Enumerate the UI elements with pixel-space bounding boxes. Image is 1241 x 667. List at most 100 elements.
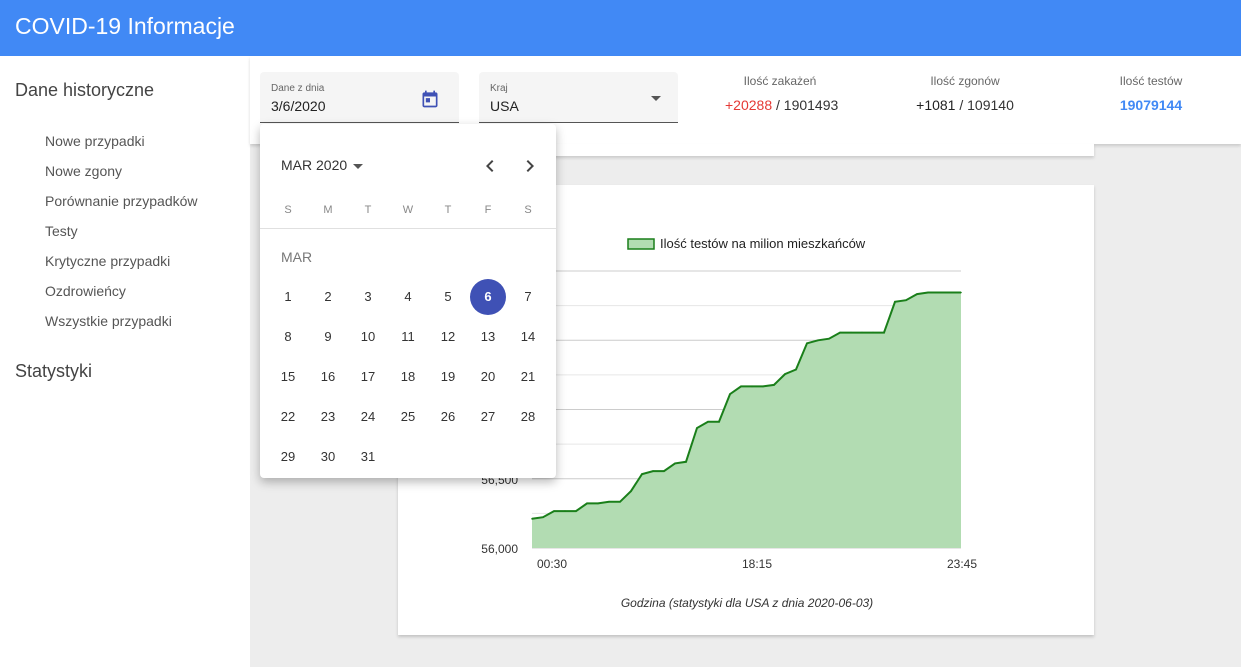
calendar-day[interactable]: 31 [350,439,386,475]
sidebar-item-krytyczne[interactable]: Krytyczne przypadki [45,253,170,269]
calendar-day[interactable]: 28 [510,399,546,435]
data-point [586,502,588,505]
calendar-day[interactable]: 23 [310,399,346,435]
sidebar-heading-stats[interactable]: Statystyki [15,361,92,382]
calendar-day[interactable]: 29 [270,439,306,475]
data-point [960,291,962,294]
app-title: COVID-19 Informacje [15,13,235,39]
data-point [630,490,632,492]
calendar-day[interactable]: 9 [310,319,346,355]
calendar-day[interactable]: 19 [430,359,466,395]
data-point [795,368,797,371]
sidebar-item-porownanie[interactable]: Porównanie przypadków [45,193,198,209]
stat-deaths-total: 109140 [967,97,1014,113]
calendar-day[interactable]: 3 [350,279,386,315]
data-point [938,291,940,294]
data-point [905,299,907,301]
data-point [839,331,841,334]
calendar-day[interactable]: 16 [310,359,346,395]
stat-tests: Ilość testów 19079144 [1106,74,1196,113]
legend-swatch [627,238,655,250]
period-select-button[interactable]: MAR 2020 [281,157,364,173]
country-select[interactable]: Kraj USA [479,72,678,123]
calendar-day[interactable]: 14 [510,319,546,355]
calendar-day[interactable]: 10 [350,319,386,355]
stat-tests-label: Ilość testów [1119,74,1183,88]
sidebar-item-testy[interactable]: Testy [45,223,78,239]
data-point [641,473,643,475]
sidebar-heading-history[interactable]: Dane historyczne [15,80,154,101]
data-point [685,461,687,463]
calendar-day[interactable]: 27 [470,399,506,435]
data-point [663,470,665,472]
sidebar-item-nowe-zgony[interactable]: Nowe zgony [45,163,122,179]
chevron-right-icon[interactable] [518,154,542,178]
data-point [696,427,698,429]
stat-deaths-label: Ilość zgonów [930,74,1000,88]
data-point [553,510,555,512]
x-tick-label: 23:45 [947,557,977,571]
date-field[interactable]: Dane z dnia 3/6/2020 [260,72,459,123]
data-point [531,518,533,520]
data-point [894,301,896,303]
stat-infections-delta: +20288 [725,97,773,113]
data-point [597,502,599,505]
data-point [828,337,830,340]
x-axis-title: Godzina (statystyki dla USA z dnia 2020-… [621,596,873,610]
calendar-day[interactable]: 1 [270,279,306,315]
data-point [674,462,676,465]
calendar-day[interactable]: 15 [270,359,306,395]
stat-tests-value: 19079144 [1106,97,1196,113]
calendar-day[interactable]: 2 [310,279,346,315]
data-point [806,342,808,345]
stat-tests-total: 19079144 [1119,97,1183,113]
weekday-label: F [484,204,492,216]
calendar-day[interactable]: 8 [270,319,306,355]
date-field-value[interactable]: 3/6/2020 [271,98,326,114]
calendar-day[interactable]: 13 [470,319,506,355]
sidebar: Dane historyczne Nowe przypadki Nowe zgo… [0,56,250,667]
calendar-day[interactable]: 25 [390,399,426,435]
calendar-day[interactable]: 12 [430,319,466,355]
data-point [619,501,621,503]
calendar-day[interactable]: 21 [510,359,546,395]
chevron-left-icon[interactable] [478,154,502,178]
data-point [861,331,863,334]
data-point [916,293,918,295]
calendar-day[interactable]: 17 [350,359,386,395]
sidebar-item-nowe-przypadki[interactable]: Nowe przypadki [45,133,145,149]
datepicker-divider [260,228,556,229]
calendar-day[interactable]: 22 [270,399,306,435]
data-point [740,385,742,388]
calendar-day[interactable]: 11 [390,319,426,355]
calendar-day[interactable]: 5 [430,279,466,315]
calendar-icon[interactable] [420,89,440,109]
data-point [883,331,885,334]
data-point [872,331,874,334]
x-tick-label: 00:30 [537,557,567,571]
calendar-day[interactable]: 24 [350,399,386,435]
calendar-day[interactable]: 7 [510,279,546,315]
stat-deaths-delta: +1081 [916,97,956,113]
calendar-day[interactable]: 4 [390,279,426,315]
y-tick-label: 56,000 [481,542,518,556]
sidebar-item-ozdrowiency[interactable]: Ozdrowieńcy [45,283,126,299]
chart-area [532,292,961,548]
weekday-label: T [444,204,452,216]
calendar-day[interactable]: 18 [390,359,426,395]
stat-deaths: Ilość zgonów +1081 / 109140 [910,74,1020,113]
country-field-label: Kraj [490,83,508,94]
calendar-day[interactable]: 26 [430,399,466,435]
calendar-day[interactable]: 30 [310,439,346,475]
data-point [784,373,786,375]
country-field-value: USA [490,98,519,114]
stat-infections: Ilość zakażeń +20288 / 1901493 [725,74,838,113]
x-tick-label: 18:15 [742,557,772,571]
calendar-day[interactable]: 20 [470,359,506,395]
stat-deaths-value: +1081 / 109140 [910,97,1020,113]
sidebar-item-wszystkie[interactable]: Wszystkie przypadki [45,313,172,329]
calendar-day-selected[interactable]: 6 [470,279,506,315]
chevron-down-icon[interactable] [651,96,661,101]
data-point [762,385,764,388]
stat-deaths-sep: / [955,97,968,113]
